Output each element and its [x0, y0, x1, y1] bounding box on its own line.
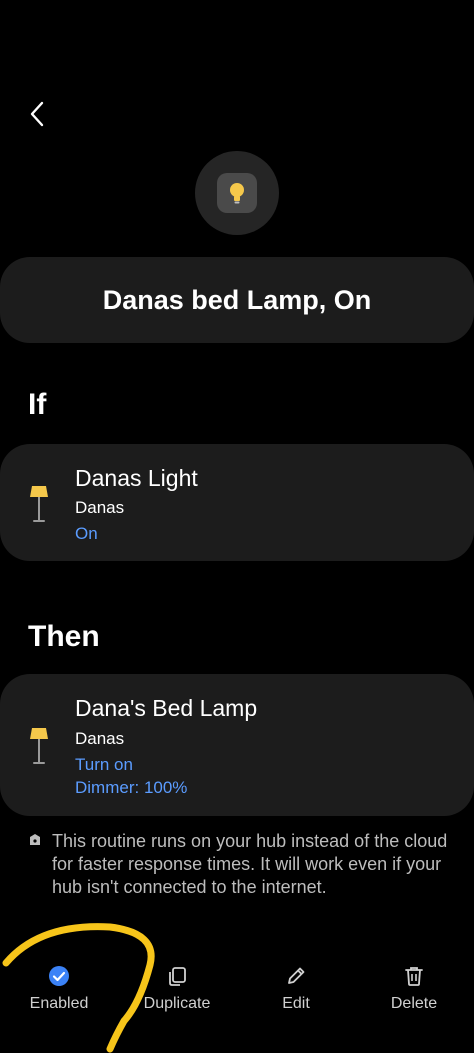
bottom-action-bar: Enabled Duplicate Edit Delete: [0, 955, 474, 1025]
then-heading: Then: [28, 620, 100, 653]
lightbulb-icon: [230, 183, 244, 204]
then-device-action-turn-on: Turn on: [75, 755, 133, 774]
then-device-name: Dana's Bed Lamp: [75, 695, 258, 721]
if-device-state: On: [75, 524, 98, 543]
routine-icon-tile: [217, 173, 257, 213]
enabled-label: Enabled: [29, 995, 89, 1012]
back-button[interactable]: [22, 96, 52, 132]
routine-title: Danas bed Lamp, On: [102, 284, 372, 315]
then-device-card[interactable]: Dana's Bed Lamp Danas Turn on Dimmer: 10…: [0, 674, 474, 816]
if-heading: If: [28, 388, 47, 421]
if-device-card[interactable]: Danas Light Danas On: [0, 444, 474, 561]
enabled-toggle[interactable]: Enabled: [0, 955, 118, 1021]
trash-icon: [405, 967, 423, 986]
routine-name-card[interactable]: Danas bed Lamp, On: [0, 257, 474, 343]
hub-note-text: This routine runs on your hub instead of…: [52, 831, 448, 897]
then-device-room: Danas: [75, 729, 125, 748]
then-device-action-dimmer: Dimmer: 100%: [75, 778, 188, 797]
duplicate-button[interactable]: Duplicate: [118, 955, 236, 1021]
duplicate-icon: [169, 967, 186, 986]
hub-icon: [30, 834, 40, 845]
delete-label: Delete: [390, 995, 438, 1012]
edit-button[interactable]: Edit: [237, 955, 355, 1021]
pencil-icon: [288, 967, 305, 984]
duplicate-label: Duplicate: [143, 995, 211, 1012]
floor-lamp-icon: [30, 728, 48, 764]
check-circle-icon: [49, 966, 69, 986]
chevron-left-icon: [30, 101, 44, 127]
delete-button[interactable]: Delete: [355, 955, 473, 1021]
floor-lamp-icon: [30, 486, 48, 522]
if-device-room: Danas: [75, 498, 125, 517]
if-device-name: Danas Light: [75, 465, 198, 491]
routine-icon: [195, 151, 279, 235]
edit-label: Edit: [282, 995, 310, 1012]
